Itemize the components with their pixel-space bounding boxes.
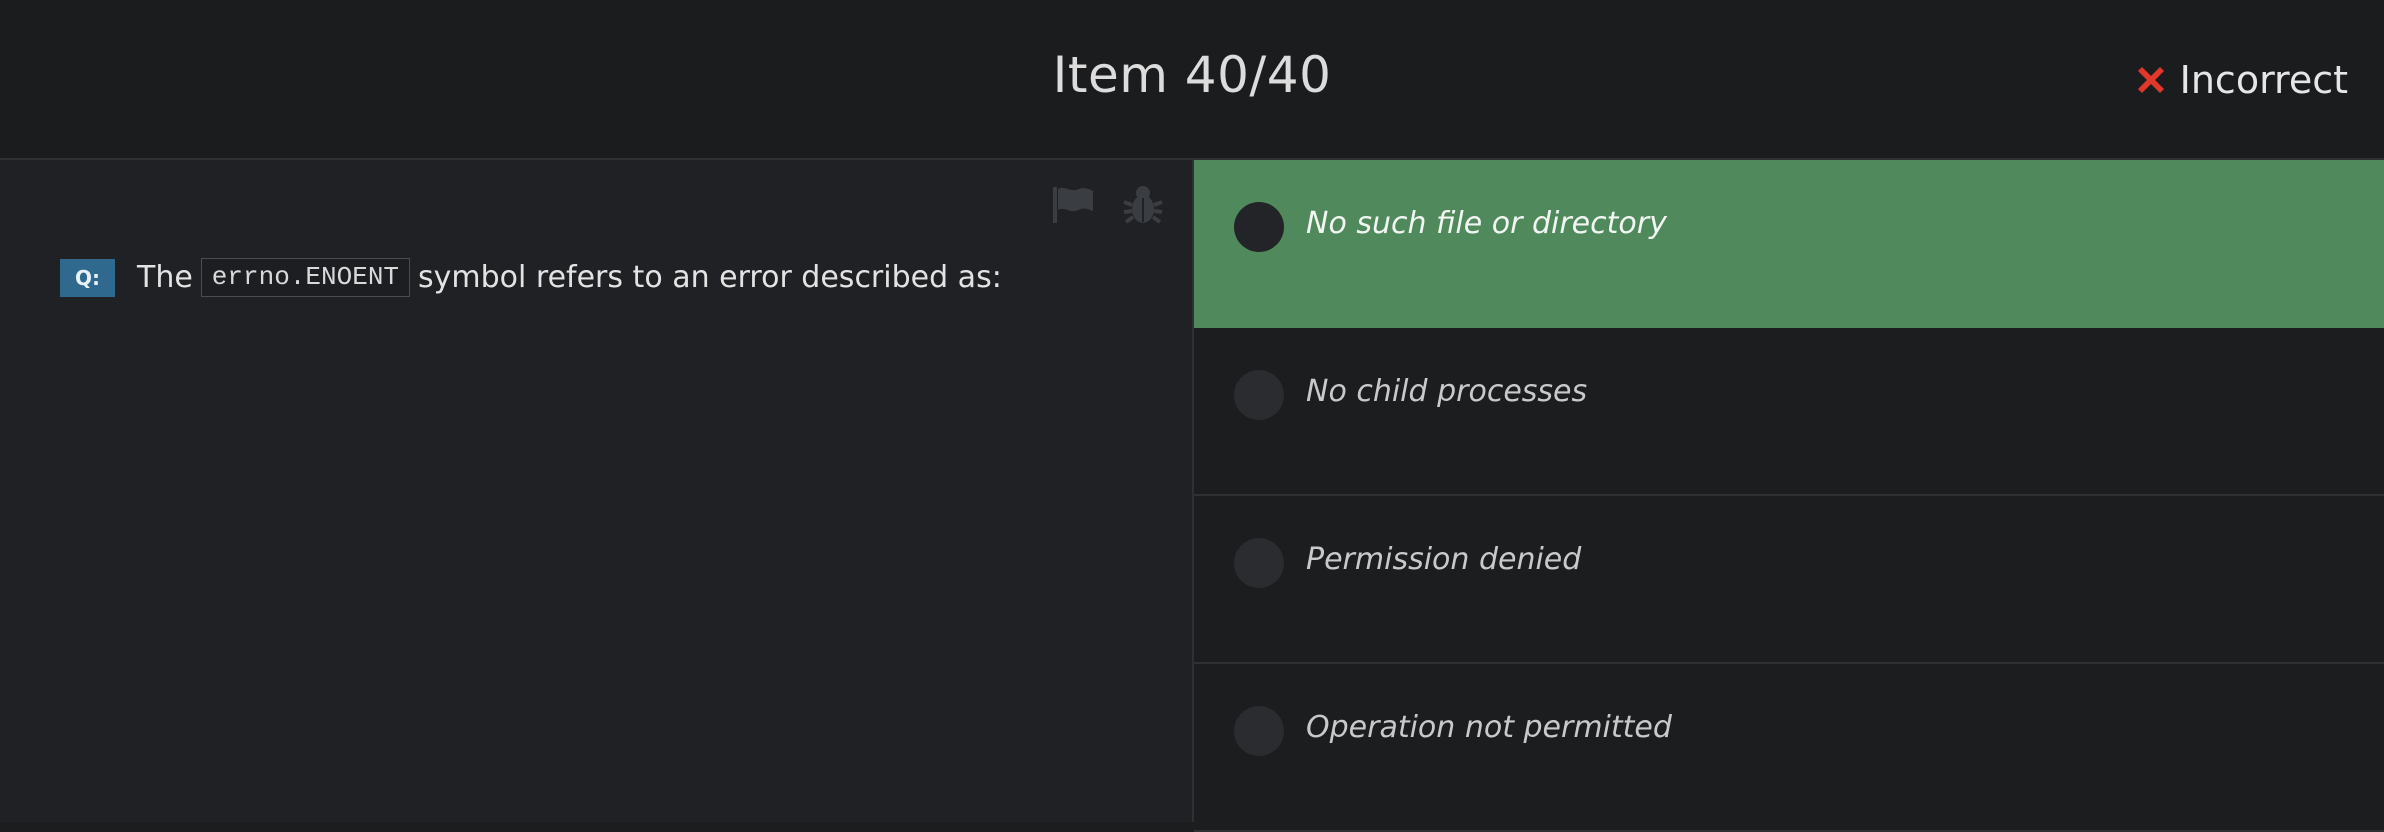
answer-option-1[interactable]: No such file or directory [1194, 160, 2384, 328]
bug-icon[interactable] [1120, 182, 1166, 228]
result-status: Incorrect [2132, 58, 2348, 102]
question-badge: Q: [60, 258, 115, 297]
item-counter: Item 40/40 [1052, 46, 1332, 104]
question-panel: Q: The errno.ENOENT symbol refers to an … [0, 160, 1192, 822]
answer-option-4[interactable]: Operation not permitted [1194, 664, 2384, 832]
flag-icon[interactable] [1050, 182, 1096, 228]
header-bar: Item 40/40 Incorrect [0, 0, 2384, 160]
status-label: Incorrect [2179, 58, 2348, 102]
answer-label: Permission denied [1306, 542, 1582, 577]
answer-label: No such file or directory [1306, 206, 1667, 241]
answer-option-3[interactable]: Permission denied [1194, 496, 2384, 664]
radio-button[interactable] [1234, 538, 1284, 588]
question-text-before: The [137, 260, 193, 295]
question-tools [1050, 182, 1166, 228]
question-text: The errno.ENOENT symbol refers to an err… [137, 258, 1002, 297]
radio-button[interactable] [1234, 202, 1284, 252]
question-row: Q: The errno.ENOENT symbol refers to an … [60, 258, 1002, 297]
x-mark-icon [2132, 61, 2170, 99]
question-code: errno.ENOENT [200, 258, 411, 297]
answer-list: No such file or directory No child proce… [1194, 160, 2384, 832]
question-text-after: symbol refers to an error described as: [418, 260, 1002, 295]
radio-button[interactable] [1234, 706, 1284, 756]
answer-option-2[interactable]: No child processes [1194, 328, 2384, 496]
answer-label: No child processes [1306, 374, 1588, 409]
radio-button[interactable] [1234, 370, 1284, 420]
answer-label: Operation not permitted [1306, 710, 1672, 745]
